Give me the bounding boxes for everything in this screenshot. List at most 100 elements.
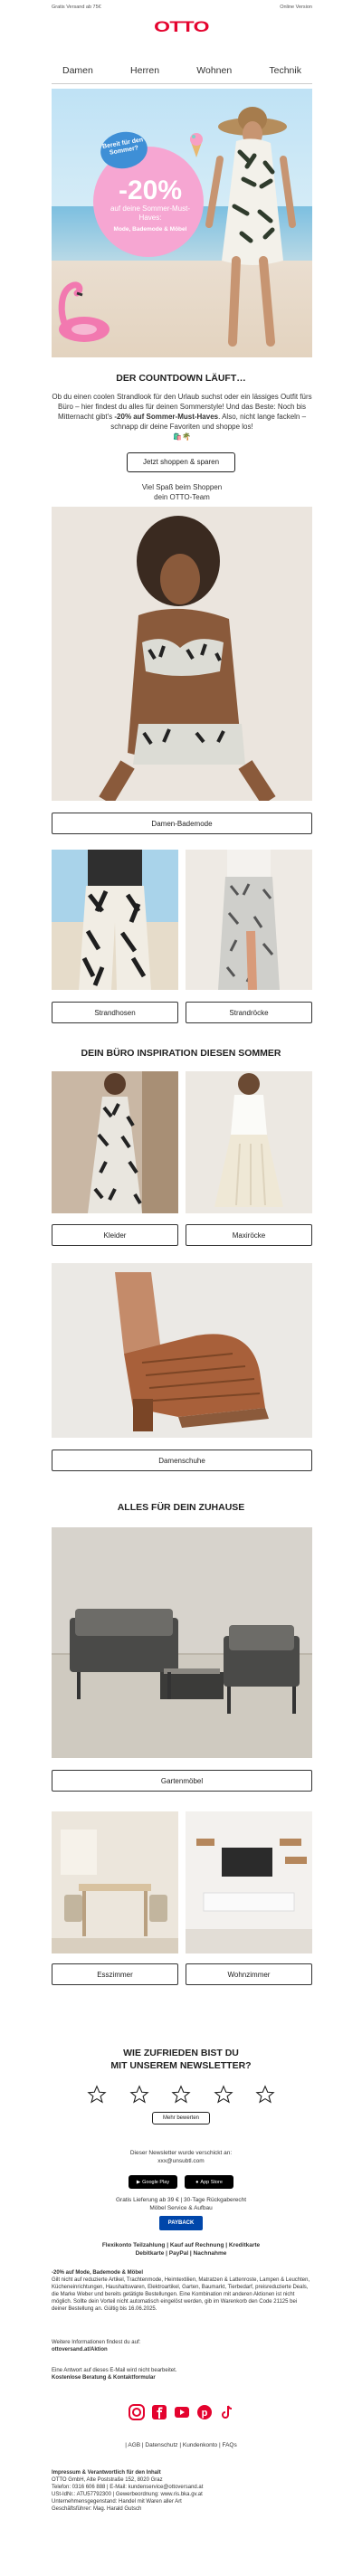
payment-line-2: Debitkarte | PayPal | Nachnahme — [135, 2250, 227, 2257]
footer-links[interactable]: | AGB | Datenschutz | Kundenkonto | FAQs — [0, 2441, 362, 2449]
more-info-line: Weitere Informationen findest du auf: — [52, 2340, 141, 2345]
beach-pants-photo[interactable] — [52, 850, 178, 990]
shop-now-button[interactable]: Jetzt shoppen & sparen — [127, 452, 235, 472]
swimwear-photo[interactable] — [52, 507, 312, 801]
category-button-wohnzimmer[interactable]: Wohnzimmer — [186, 1963, 312, 1985]
play-icon: ▶ — [136, 2179, 141, 2185]
app-store-badge[interactable]: ● App Store — [185, 2175, 233, 2189]
top-bar: Gratis Versand ab 75€ Online Version — [0, 0, 362, 16]
free-shipping-note: Gratis Versand ab 75€ — [52, 5, 101, 10]
reply-line: Eine Antwort auf dieses E-Mail wird nich… — [52, 2368, 177, 2373]
imprint-line: Unternehmensgegenstand: Handel mit Waren… — [52, 2499, 182, 2505]
signoff-line-2: dein OTTO-Team — [154, 493, 210, 501]
app-store-label: App Store — [200, 2179, 223, 2185]
delivery-line-2[interactable]: Möbel Service & Aufbau — [149, 2205, 212, 2211]
payback-logo[interactable]: PAYBACK — [159, 2216, 203, 2230]
dresses-photo[interactable] — [52, 1071, 178, 1213]
office-section-title: DEIN BÜRO INSPIRATION DIESEN SOMMER — [81, 1048, 281, 1059]
flamingo-float-icon — [58, 281, 110, 342]
google-play-label: Google Play — [142, 2179, 170, 2185]
youtube-icon[interactable] — [174, 2404, 190, 2420]
online-version-link[interactable]: Online Version — [280, 5, 312, 10]
countdown-body: Ob du einen coolen Strandlook für den Ur… — [52, 392, 312, 442]
maxi-skirt-model-image — [186, 1071, 312, 1213]
rating-stars — [87, 2085, 275, 2105]
promo-percent: -20% — [118, 176, 183, 205]
category-button-strandhosen[interactable]: Strandhosen — [52, 1002, 178, 1023]
main-nav: Damen Herren Wohnen Technik — [52, 65, 312, 76]
garden-furniture-photo[interactable] — [52, 1527, 312, 1758]
nav-item-technik[interactable]: Technik — [269, 65, 301, 76]
dining-room-photo[interactable] — [52, 1811, 178, 1953]
logo-text: OTTO — [153, 18, 209, 35]
survey-title-line-1: WIE ZUFRIEDEN BIST DU — [123, 2048, 239, 2058]
shoes-image — [52, 1263, 312, 1438]
signoff-line-1: Viel Spaß beim Shoppen — [141, 483, 223, 491]
home-section-title: ALLES FÜR DEIN ZUHAUSE — [117, 1502, 245, 1513]
category-button-esszimmer[interactable]: Esszimmer — [52, 1963, 178, 1985]
payment-options: Flexikonto Teilzahlung | Kauf auf Rechnu… — [0, 2241, 362, 2258]
beach-pants-image — [52, 850, 178, 990]
nav-item-damen[interactable]: Damen — [62, 65, 93, 76]
star-icon[interactable] — [129, 2085, 149, 2105]
social-links: p — [129, 2404, 235, 2420]
category-button-kleider[interactable]: Kleider — [52, 1224, 178, 1246]
imprint-line: Telefon: 0316 606 888 | E-Mail: kundense… — [52, 2485, 204, 2490]
newsletter: Gratis Versand ab 75€ Online Version OTT… — [0, 0, 362, 2576]
delivery-info: Gratis Lieferung ab 39 € | 30-Tage Rückg… — [0, 2196, 362, 2212]
promo-categories: Mode, Bademode & Möbel — [113, 226, 187, 233]
category-button-maxiroecke[interactable]: Maxiröcke — [186, 1224, 312, 1246]
delivery-line-1[interactable]: Gratis Lieferung ab 39 € | 30-Tage Rückg… — [116, 2197, 246, 2203]
otto-logo[interactable]: OTTO — [0, 18, 362, 36]
countdown-title: DER COUNTDOWN LÄUFT… — [116, 373, 246, 384]
contact-link[interactable]: Kostenlose Beratung & Kontaktformular — [52, 2375, 156, 2381]
reply-note: Eine Antwort auf dieses E-Mail wird nich… — [52, 2367, 312, 2381]
apple-icon: ● — [195, 2179, 199, 2185]
payment-line-1: Flexikonto Teilzahlung | Kauf auf Rechnu… — [101, 2242, 261, 2248]
summer-badge-text: Bereit für den Sommer? — [101, 137, 144, 157]
survey-title-line-2: MIT UNSEREM NEWSLETTER? — [110, 2060, 252, 2071]
beach-skirt-image — [186, 850, 312, 990]
imprint: Impressum & Verantwortlich für den Inhal… — [52, 2469, 312, 2513]
category-button-damen-bademode[interactable]: Damen-Bademode — [52, 813, 312, 834]
more-info: Weitere Informationen findest du auf: ot… — [52, 2339, 312, 2353]
google-play-badge[interactable]: ▶ Google Play — [129, 2175, 177, 2189]
facebook-icon[interactable] — [151, 2404, 167, 2420]
signoff: Viel Spaß beim Shoppen dein OTTO-Team — [52, 482, 312, 502]
swimwear-model-image — [52, 507, 312, 801]
pinterest-icon[interactable]: p — [196, 2404, 213, 2420]
more-info-link[interactable]: ottoversand.at/Aktion — [52, 2347, 108, 2353]
sent-to-email: xxx@unsubtl.com — [157, 2158, 205, 2164]
promo-subtitle: auf deine Sommer-Must-Haves: — [110, 204, 191, 222]
nav-item-herren[interactable]: Herren — [130, 65, 159, 76]
legal-title: -20% auf Mode, Bademode & Möbel — [52, 2270, 144, 2276]
star-icon[interactable] — [213, 2085, 233, 2105]
living-room-photo[interactable] — [186, 1811, 312, 1953]
instagram-icon[interactable] — [129, 2404, 145, 2420]
category-button-damenschuhe[interactable]: Damenschuhe — [52, 1450, 312, 1471]
dining-room-image — [52, 1811, 178, 1953]
star-icon[interactable] — [171, 2085, 191, 2105]
star-icon[interactable] — [87, 2085, 107, 2105]
shoes-photo[interactable] — [52, 1263, 312, 1438]
legal-body: Gilt nicht auf reduzierte Artikel, Trach… — [52, 2277, 310, 2312]
sent-to-line-1: Dieser Newsletter wurde verschickt an: — [129, 2150, 233, 2156]
nav-item-wohnen[interactable]: Wohnen — [196, 65, 232, 76]
star-icon[interactable] — [255, 2085, 275, 2105]
nav-divider — [52, 83, 312, 84]
hero-banner[interactable]: Bereit für den Sommer? -20% auf deine So… — [52, 89, 312, 357]
more-rating-button[interactable]: Mehr bewerten — [152, 2112, 210, 2124]
beach-skirt-photo[interactable] — [186, 850, 312, 990]
tiktok-icon[interactable] — [219, 2404, 235, 2420]
legal-notice: -20% auf Mode, Bademode & Möbel Gilt nic… — [52, 2269, 312, 2313]
countdown-emoji: 🛍️🌴 — [173, 433, 191, 441]
imprint-title: Impressum & Verantwortlich für den Inhal… — [52, 2470, 161, 2476]
category-button-strandroecke[interactable]: Strandröcke — [186, 1002, 312, 1023]
imprint-line: USt-IdNr.: ATU57792300 | Gewerbeordnung:… — [52, 2492, 203, 2497]
hero-model-image — [205, 107, 296, 347]
imprint-line: OTTO GmbH, Alte Poststraße 152, 8020 Gra… — [52, 2477, 163, 2483]
countdown-body-bold: -20% auf Sommer-Must-Haves — [114, 413, 219, 421]
category-button-gartenmoebel[interactable]: Gartenmöbel — [52, 1770, 312, 1792]
sent-to-note: Dieser Newsletter wurde verschickt an: x… — [0, 2149, 362, 2165]
maxi-skirts-photo[interactable] — [186, 1071, 312, 1213]
